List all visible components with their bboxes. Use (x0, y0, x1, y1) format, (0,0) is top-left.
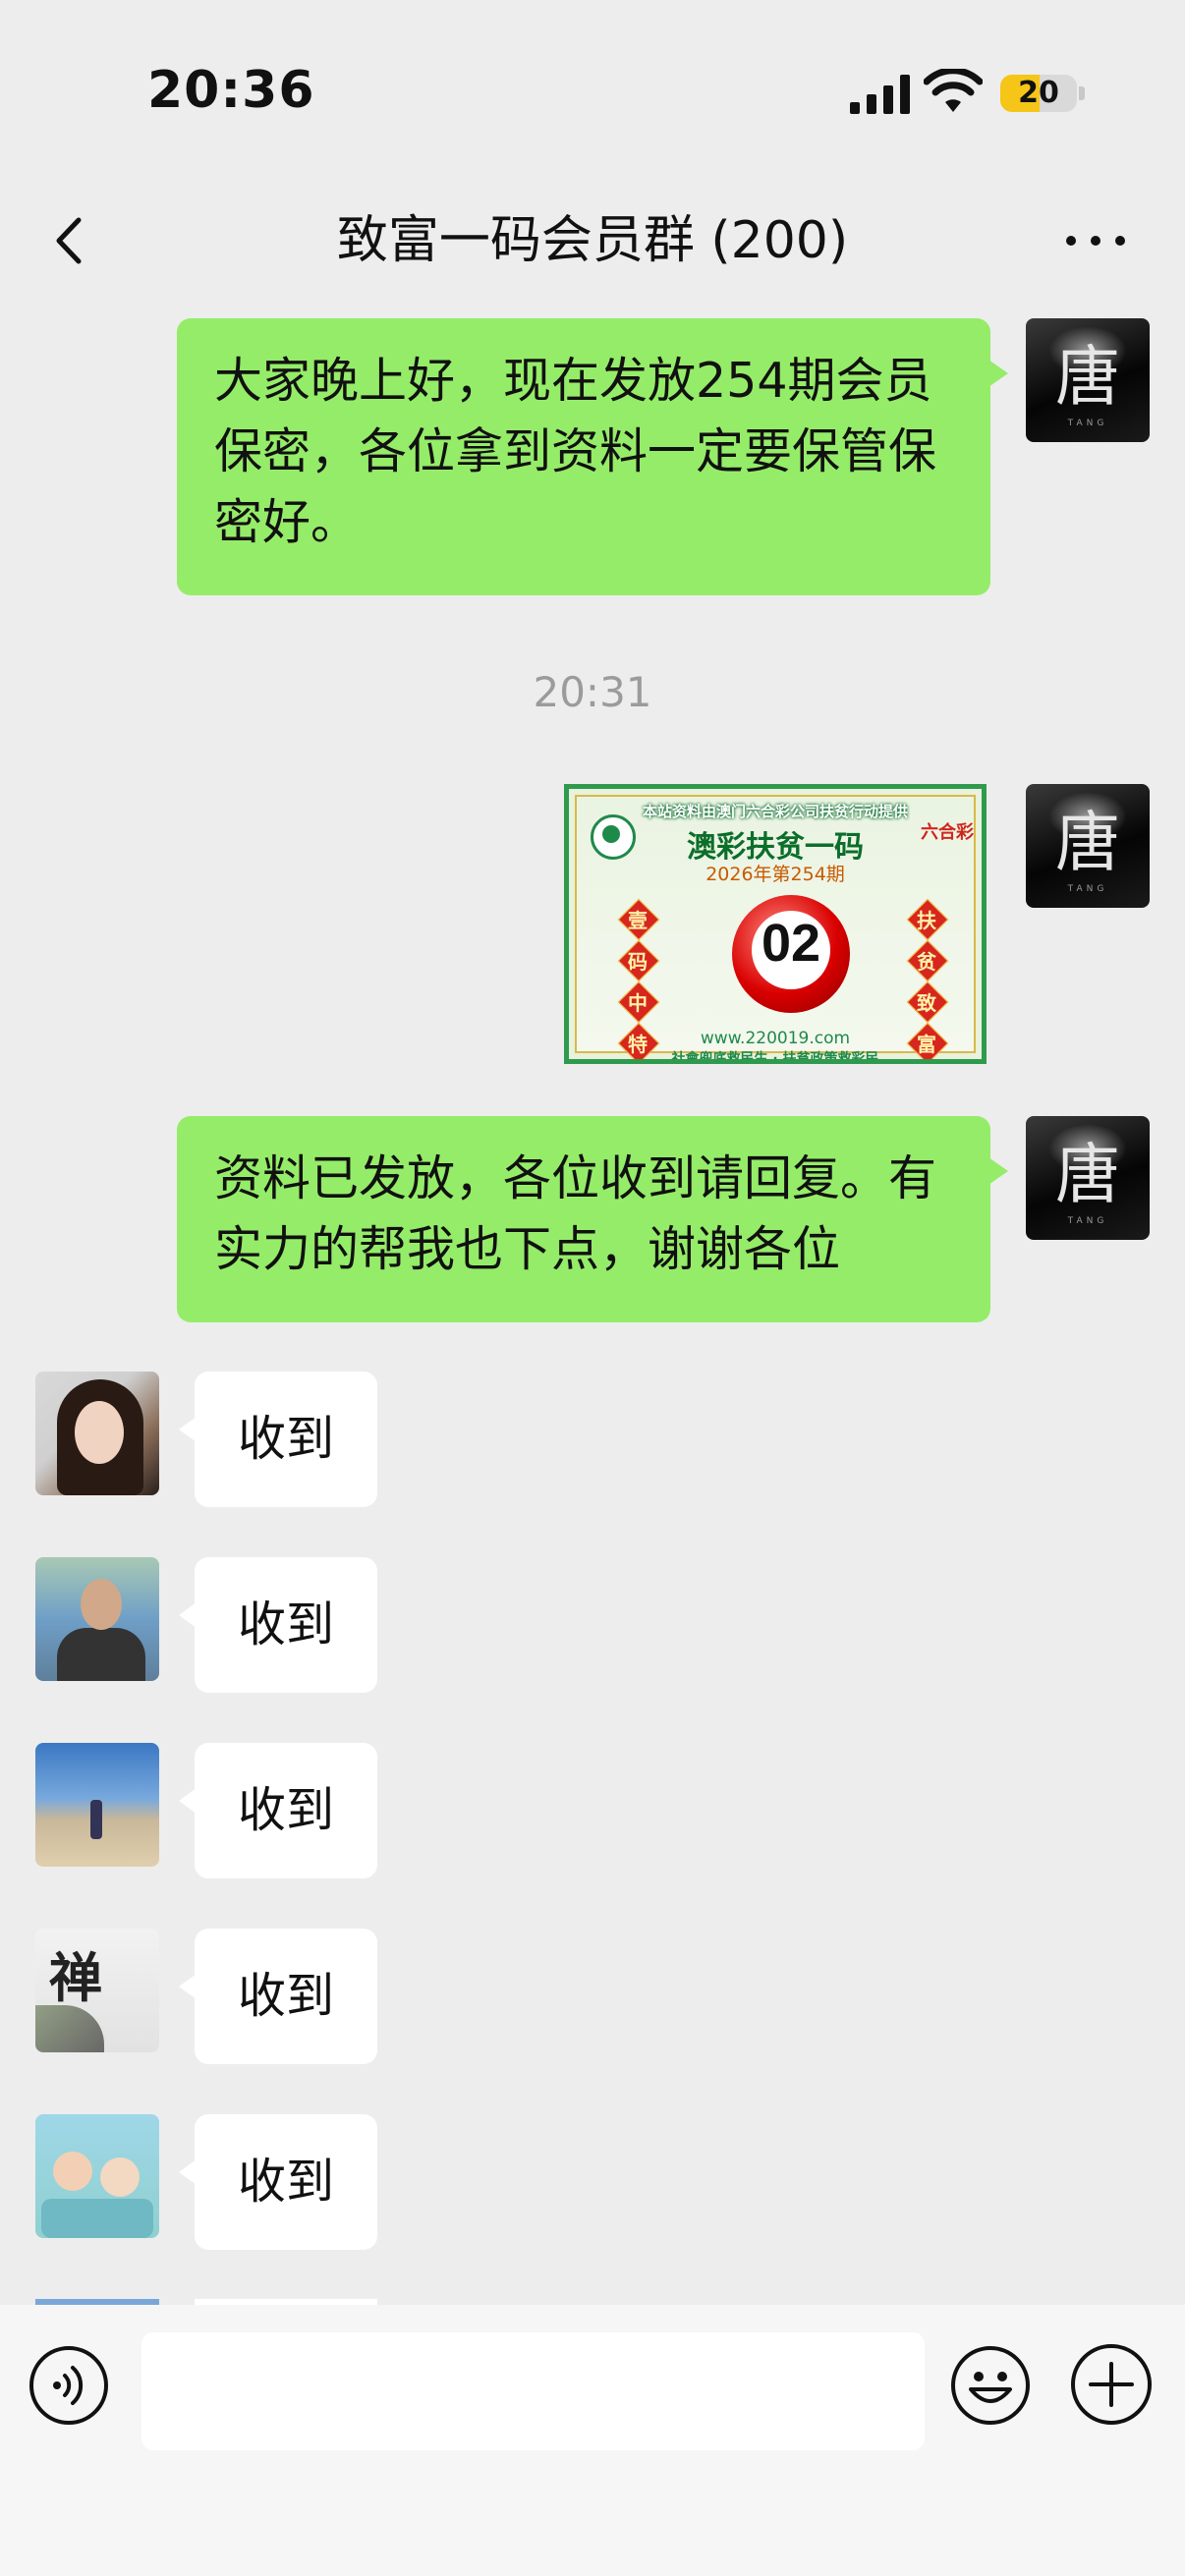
wifi-icon (924, 69, 983, 112)
diamond-badge: 码 (618, 940, 657, 980)
cellular-signal-icon (850, 75, 910, 114)
emoji-icon[interactable] (949, 2344, 1032, 2427)
diamond-badge: 贫 (907, 940, 946, 980)
status-time: 20:36 (147, 61, 315, 120)
diamond-badge: 致 (907, 981, 946, 1021)
avatar-char: 唐 (1055, 805, 1120, 880)
user-avatar-woman[interactable] (35, 1372, 159, 1495)
list-item: 收到 (0, 1372, 1185, 1509)
list-item: 收到 (0, 2114, 1185, 2252)
sender-avatar[interactable]: 唐 TANG (1026, 784, 1150, 908)
badge-char: 壹 (628, 909, 648, 932)
lottery-ball: 02 (732, 895, 850, 1013)
battery-level: 20 (1018, 76, 1059, 110)
user-avatar-man[interactable] (35, 1557, 159, 1681)
voice-icon[interactable] (28, 2344, 110, 2427)
ball-number: 02 (761, 914, 821, 973)
avatar-sub: TANG (1067, 884, 1108, 894)
message-bubble-incoming[interactable]: 收到 (179, 1743, 377, 1878)
poster-url: www.220019.com (700, 1029, 851, 1048)
more-dots-icon[interactable] (1061, 216, 1130, 265)
avatar-sub: TANG (1067, 1216, 1108, 1226)
plus-icon[interactable] (1069, 2342, 1154, 2427)
message-timestamp: 20:31 (533, 668, 652, 716)
message-bubble-outgoing[interactable]: 大家晚上好，现在发放254期会员保密，各位拿到资料一定要保管保密好。 (177, 318, 1008, 595)
list-item: 收到 (0, 1557, 1185, 1695)
diamond-badge: 壹 (618, 899, 657, 938)
avatar-sub: TANG (1067, 419, 1108, 428)
status-bar: 20:36 20 (0, 0, 1185, 187)
diamond-badge: 中 (618, 981, 657, 1021)
list-item: 禅 收到 (0, 1929, 1185, 2066)
badge-char: 致 (917, 991, 936, 1015)
avatar-char: 禅 (49, 1946, 102, 2009)
chat-title: 致富一码会员群 (200) (336, 211, 849, 270)
message-text: 大家晚上好，现在发放254期会员保密，各位拿到资料一定要保管保密好。 (214, 353, 937, 550)
image-message[interactable]: 六合彩 本站资料由澳门六合彩公司扶贫行动提供 澳彩扶贫一码 2026年第254期… (564, 784, 987, 1064)
message-text: 资料已发放，各位收到请回复。有实力的帮我也下点，谢谢各位 (214, 1150, 937, 1277)
badge-char: 码 (628, 950, 648, 974)
poster-top-text: 本站资料由澳门六合彩公司扶贫行动提供 (642, 803, 908, 820)
avatar-char: 唐 (1055, 339, 1120, 415)
message-bubble-incoming[interactable]: 收到 (179, 1372, 377, 1507)
battery-indicator: 20 (1000, 75, 1077, 112)
input-bar (0, 2305, 1185, 2576)
message-input[interactable] (141, 2332, 925, 2450)
poster-bottom-text: 社會兜底救民生 · 扶貧政策救彩民 (671, 1051, 879, 1064)
user-avatar-beach[interactable] (35, 1743, 159, 1867)
poster-issue: 2026年第254期 (705, 864, 845, 885)
badge-char: 中 (628, 991, 648, 1015)
sender-avatar[interactable]: 唐 TANG (1026, 1116, 1150, 1240)
list-item: 收到 (0, 1743, 1185, 1880)
poster-frame: 六合彩 本站资料由澳门六合彩公司扶贫行动提供 澳彩扶贫一码 2026年第254期… (575, 795, 976, 1059)
chat-header: 致富一码会员群 (200) (0, 187, 1185, 295)
diamond-badge: 扶 (907, 899, 946, 938)
badge-char: 贫 (917, 950, 936, 974)
user-avatar-kids[interactable] (35, 2114, 159, 2238)
chevron-left-icon[interactable] (39, 206, 98, 275)
avatar-char: 唐 (1055, 1137, 1120, 1212)
badge-char: 扶 (917, 909, 936, 932)
message-bubble-outgoing[interactable]: 资料已发放，各位收到请回复。有实力的帮我也下点，谢谢各位 (177, 1116, 1008, 1322)
message-bubble-incoming[interactable]: 收到 (179, 2114, 377, 2250)
sender-avatar[interactable]: 唐 TANG (1026, 318, 1150, 442)
user-avatar-zen[interactable]: 禅 (35, 1929, 159, 2052)
message-bubble-incoming[interactable]: 收到 (179, 1557, 377, 1693)
message-bubble-incoming[interactable]: 收到 (179, 1929, 377, 2064)
battery-cap (1079, 86, 1085, 100)
